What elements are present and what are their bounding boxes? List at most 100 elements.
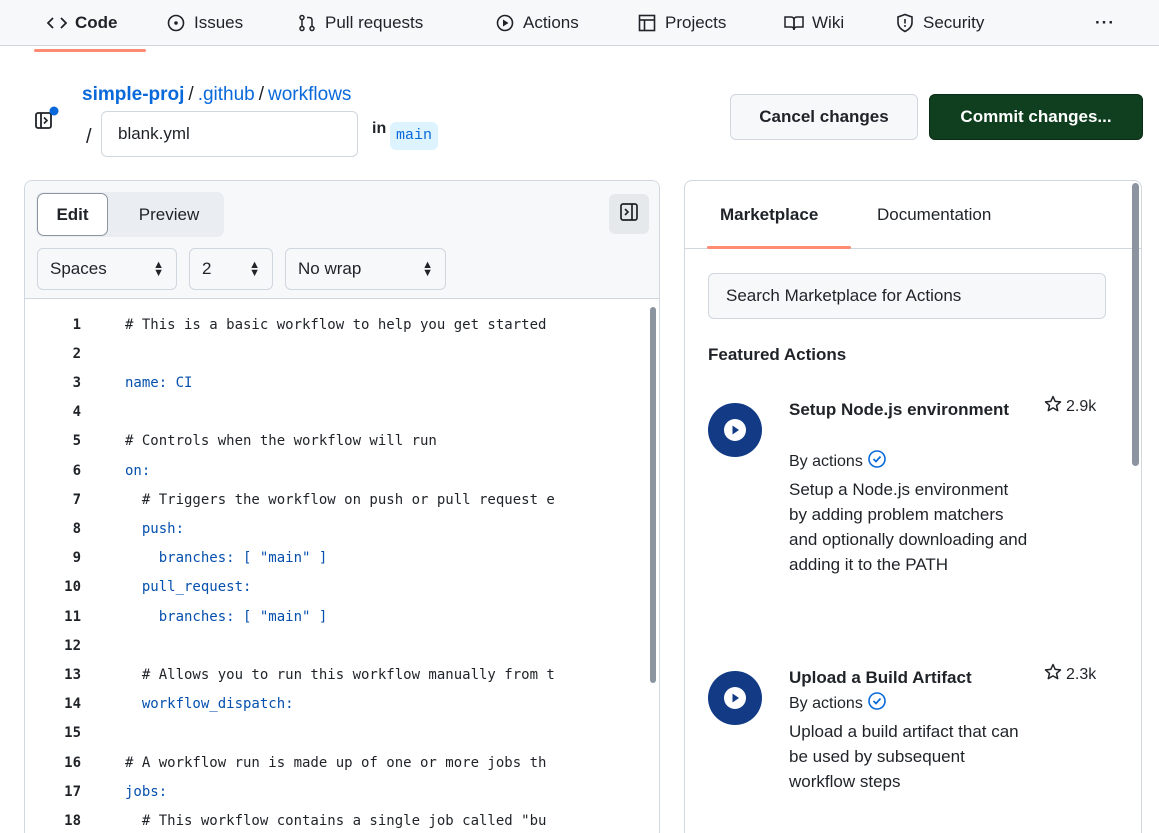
select-arrows-icon: ▲ ▼ bbox=[422, 259, 433, 279]
code-line[interactable]: 1 # This is a basic workflow to help you … bbox=[25, 310, 645, 339]
commit-changes-button[interactable]: Commit changes... bbox=[929, 94, 1143, 140]
line-number: 1 bbox=[72, 316, 81, 333]
preview-tab-button[interactable]: Preview bbox=[114, 192, 224, 237]
tab-actions[interactable]: Actions bbox=[495, 0, 579, 46]
star-icon bbox=[1044, 663, 1062, 686]
tab-pull-requests[interactable]: Pull requests bbox=[297, 0, 423, 46]
file-tree-toggle-icon[interactable] bbox=[33, 104, 63, 134]
code-line[interactable]: 11 branches: [ "main" ] bbox=[25, 602, 645, 631]
wrap-mode-select[interactable]: No wrap ▲ ▼ bbox=[285, 248, 446, 290]
issue-opened-icon bbox=[166, 13, 186, 33]
verified-icon bbox=[867, 449, 887, 474]
line-number: 13 bbox=[64, 666, 81, 683]
filename-input[interactable] bbox=[101, 111, 358, 157]
tab-wiki[interactable]: Wiki bbox=[784, 0, 844, 46]
action-author: By actions bbox=[789, 449, 887, 474]
tab-security[interactable]: Security bbox=[895, 0, 984, 46]
code-text: # Controls when the workflow will run bbox=[125, 433, 437, 450]
branch-badge: main bbox=[390, 122, 439, 150]
code-line[interactable]: 12 bbox=[25, 631, 645, 660]
cancel-changes-button[interactable]: Cancel changes bbox=[730, 94, 918, 140]
code-text: # Allows you to run this workflow manual… bbox=[125, 666, 555, 683]
code-text: jobs: bbox=[125, 783, 168, 800]
repo-nav: Code Issues Pull requests Actions Projec… bbox=[0, 0, 1159, 46]
code-text: push: bbox=[125, 520, 185, 537]
indent-mode-select[interactable]: Spaces ▲ ▼ bbox=[37, 248, 177, 290]
star-icon bbox=[1044, 395, 1062, 418]
breadcrumb: simple-proj / .github / workflows bbox=[82, 84, 351, 106]
code-area[interactable]: 1 # This is a basic workflow to help you … bbox=[25, 300, 645, 833]
code-line[interactable]: 14 workflow_dispatch: bbox=[25, 690, 645, 719]
code-line[interactable]: 13 # Allows you to run this workflow man… bbox=[25, 660, 645, 689]
code-line[interactable]: 7 # Triggers the workflow on push or pul… bbox=[25, 485, 645, 514]
editor-scrollbar[interactable] bbox=[650, 307, 656, 683]
action-description: Upload a build artifact that can be used… bbox=[789, 722, 1019, 791]
action-name[interactable]: Setup Node.js environment bbox=[789, 399, 1029, 421]
line-number: 17 bbox=[64, 783, 81, 800]
code-line[interactable]: 18 # This workflow contains a single job… bbox=[25, 806, 645, 833]
table-icon bbox=[637, 13, 657, 33]
code-text: # This workflow contains a single job ca… bbox=[125, 812, 547, 829]
code-line[interactable]: 8 push: bbox=[25, 514, 645, 543]
tab-projects-label: Projects bbox=[665, 13, 727, 32]
tab-issues-label: Issues bbox=[194, 13, 244, 32]
breadcrumb-workflows-link[interactable]: workflows bbox=[268, 84, 351, 105]
sidebar-tabs: Marketplace Documentation bbox=[685, 181, 1141, 249]
active-tab-underline bbox=[707, 246, 851, 249]
marketplace-search-input[interactable] bbox=[708, 273, 1106, 319]
tab-projects[interactable]: Projects bbox=[637, 0, 726, 46]
action-author-label: By actions bbox=[789, 694, 863, 712]
line-number: 10 bbox=[64, 579, 81, 596]
sidebar-scrollbar[interactable] bbox=[1132, 183, 1139, 466]
filename-separator: / bbox=[86, 126, 92, 148]
indent-size-select[interactable]: 2 ▲ ▼ bbox=[189, 248, 273, 290]
code-text: pull_request: bbox=[125, 579, 252, 596]
line-number: 9 bbox=[72, 550, 81, 567]
code-text: on: bbox=[125, 462, 151, 479]
code-line[interactable]: 4 bbox=[25, 398, 645, 427]
toggle-sidebar-button[interactable] bbox=[609, 194, 649, 234]
code-line[interactable]: 17 jobs: bbox=[25, 777, 645, 806]
code-line[interactable]: 6 on: bbox=[25, 456, 645, 485]
active-tab-underline bbox=[34, 49, 146, 52]
line-number: 2 bbox=[72, 345, 81, 362]
line-number: 11 bbox=[64, 608, 81, 625]
action-author-label: By actions bbox=[789, 452, 863, 470]
tab-code-label: Code bbox=[75, 13, 118, 32]
verified-icon bbox=[867, 691, 887, 716]
breadcrumb-repo-link[interactable]: simple-proj bbox=[82, 84, 184, 105]
line-number: 6 bbox=[72, 462, 81, 479]
code-line[interactable]: 10 pull_request: bbox=[25, 573, 645, 602]
line-number: 8 bbox=[72, 520, 81, 537]
code-line[interactable]: 5 # Controls when the workflow will run bbox=[25, 427, 645, 456]
tab-wiki-label: Wiki bbox=[812, 13, 845, 32]
tab-actions-label: Actions bbox=[523, 13, 579, 32]
code-text: workflow_dispatch: bbox=[125, 696, 294, 713]
code-line[interactable]: 2 bbox=[25, 339, 645, 368]
select-arrows-icon: ▲ ▼ bbox=[153, 259, 164, 279]
action-name[interactable]: Upload a Build Artifact bbox=[789, 667, 1029, 689]
tab-marketplace[interactable]: Marketplace bbox=[720, 181, 818, 249]
code-text: # Triggers the workflow on push or pull … bbox=[125, 491, 555, 508]
code-line[interactable]: 3 name: CI bbox=[25, 368, 645, 397]
featured-actions-heading: Featured Actions bbox=[708, 345, 847, 364]
code-text: branches: [ "main" ] bbox=[125, 608, 328, 625]
wrap-mode-value: No wrap bbox=[298, 259, 362, 278]
indent-mode-value: Spaces bbox=[50, 259, 107, 278]
action-stars: 2.9k bbox=[1044, 395, 1096, 418]
code-text: branches: [ "main" ] bbox=[125, 550, 328, 567]
sidebar-expand-icon bbox=[619, 202, 639, 227]
action-logo-icon bbox=[708, 403, 762, 457]
tab-documentation[interactable]: Documentation bbox=[877, 181, 991, 249]
code-line[interactable]: 15 bbox=[25, 719, 645, 748]
edit-tab-button[interactable]: Edit bbox=[37, 193, 108, 236]
tab-code[interactable]: Code bbox=[47, 0, 118, 46]
code-line[interactable]: 16 # A workflow run is made up of one or … bbox=[25, 748, 645, 777]
in-label: in bbox=[372, 120, 387, 137]
more-label: ··· bbox=[1095, 13, 1115, 32]
more-menu-button[interactable]: ··· bbox=[1095, 0, 1115, 46]
breadcrumb-github-link[interactable]: .github bbox=[198, 84, 255, 105]
code-line[interactable]: 9 branches: [ "main" ] bbox=[25, 544, 645, 573]
tab-issues[interactable]: Issues bbox=[166, 0, 243, 46]
action-stars-count: 2.9k bbox=[1066, 397, 1097, 415]
